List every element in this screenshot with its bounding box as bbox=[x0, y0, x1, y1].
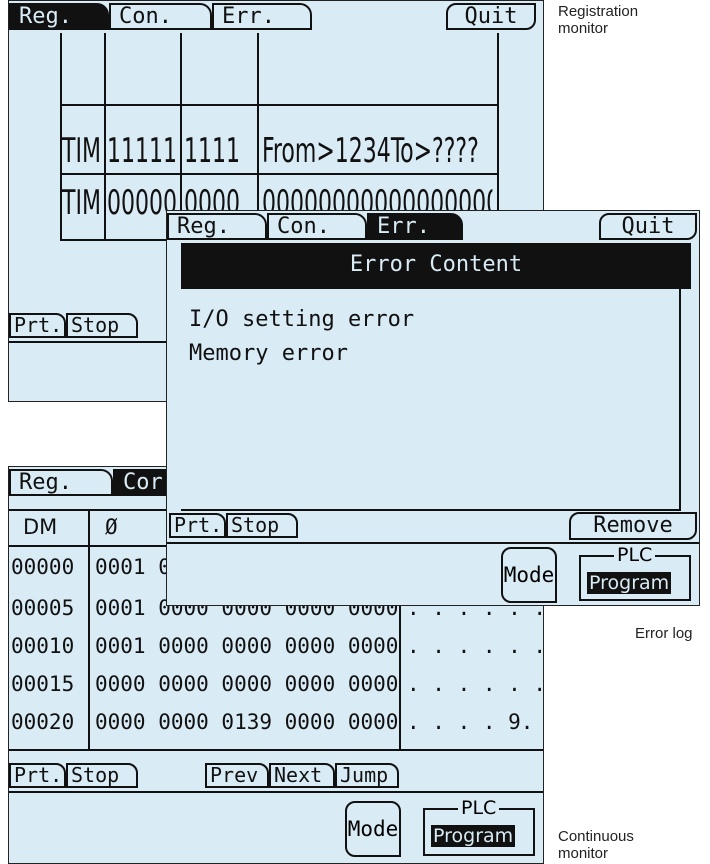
table-row-addr: 00005 bbox=[11, 596, 75, 620]
table-row-addr: 00000 bbox=[11, 555, 75, 579]
stop-button[interactable]: Stop bbox=[226, 513, 298, 538]
column-header-area: DM bbox=[23, 515, 58, 539]
plc-mode-value: Program bbox=[431, 825, 516, 847]
table-row-data: 0000 0000 0000 0000 0000 bbox=[95, 672, 399, 696]
table-row-data: 0001 0 bbox=[95, 555, 171, 579]
reg-row1-col4: From>1234To>???? bbox=[262, 131, 479, 171]
list-item: I/O setting error bbox=[189, 307, 415, 332]
table-row-addr: 00015 bbox=[11, 672, 75, 696]
reg-row1-col2: 11111 bbox=[107, 131, 178, 171]
remove-button[interactable]: Remove bbox=[569, 512, 697, 540]
plc-label: PLC bbox=[458, 797, 500, 819]
plc-mode-value: Program bbox=[587, 572, 672, 594]
print-button[interactable]: Prt. bbox=[9, 763, 66, 788]
table-row-data: 0000 0000 0139 0000 0000 bbox=[95, 710, 399, 734]
table-row-ascii: . . . . . . . . . . bbox=[407, 672, 543, 696]
table-row-ascii: . . . . 9. . . . bbox=[407, 710, 543, 734]
quit-button[interactable]: Quit bbox=[446, 3, 536, 30]
status-divider bbox=[9, 791, 543, 793]
quit-button[interactable]: Quit bbox=[599, 213, 697, 240]
print-button[interactable]: Prt. bbox=[9, 313, 66, 338]
table-row-data: 0001 0000 0000 0000 0000 bbox=[95, 634, 399, 658]
tab-err[interactable]: Err. bbox=[367, 213, 463, 240]
mode-button[interactable]: Mode bbox=[501, 547, 557, 603]
tab-reg[interactable]: Reg. bbox=[167, 213, 267, 240]
stop-button[interactable]: Stop bbox=[66, 763, 138, 788]
print-button[interactable]: Prt. bbox=[169, 513, 226, 538]
tab-reg[interactable]: Reg. bbox=[9, 469, 113, 496]
prev-button[interactable]: Prev bbox=[205, 763, 269, 788]
table-row-addr: 00020 bbox=[11, 710, 75, 734]
stop-button[interactable]: Stop bbox=[66, 313, 138, 338]
column-header-sym: Ø bbox=[105, 515, 118, 539]
caption-registration-monitor: Registration monitor bbox=[558, 3, 639, 37]
tab-reg[interactable]: Reg. bbox=[9, 3, 109, 30]
tab-err[interactable]: Err. bbox=[212, 3, 312, 30]
table-row-addr: 00010 bbox=[11, 634, 75, 658]
tab-con[interactable]: Con. bbox=[109, 3, 212, 30]
reg-row2-type: TIM bbox=[62, 183, 101, 223]
error-log-screen: Reg. Con. Err. Quit Error Content I/O se… bbox=[166, 210, 700, 606]
error-content-title: Error Content bbox=[349, 252, 523, 277]
reg-row1-col3: 1111 bbox=[184, 131, 241, 171]
caption-error-log: Error log bbox=[635, 625, 693, 642]
caption-continuous-monitor: Continuous monitor bbox=[558, 828, 634, 862]
reg-row1-type: TIM bbox=[62, 131, 101, 171]
table-row-ascii: . . . . . . . . . bbox=[407, 634, 543, 658]
next-button[interactable]: Next bbox=[269, 763, 335, 788]
tab-con[interactable]: Con. bbox=[267, 213, 367, 240]
jump-button[interactable]: Jump bbox=[335, 763, 399, 788]
mode-button[interactable]: Mode bbox=[345, 801, 401, 857]
plc-label: PLC bbox=[614, 544, 656, 566]
list-item: Memory error bbox=[189, 341, 348, 366]
